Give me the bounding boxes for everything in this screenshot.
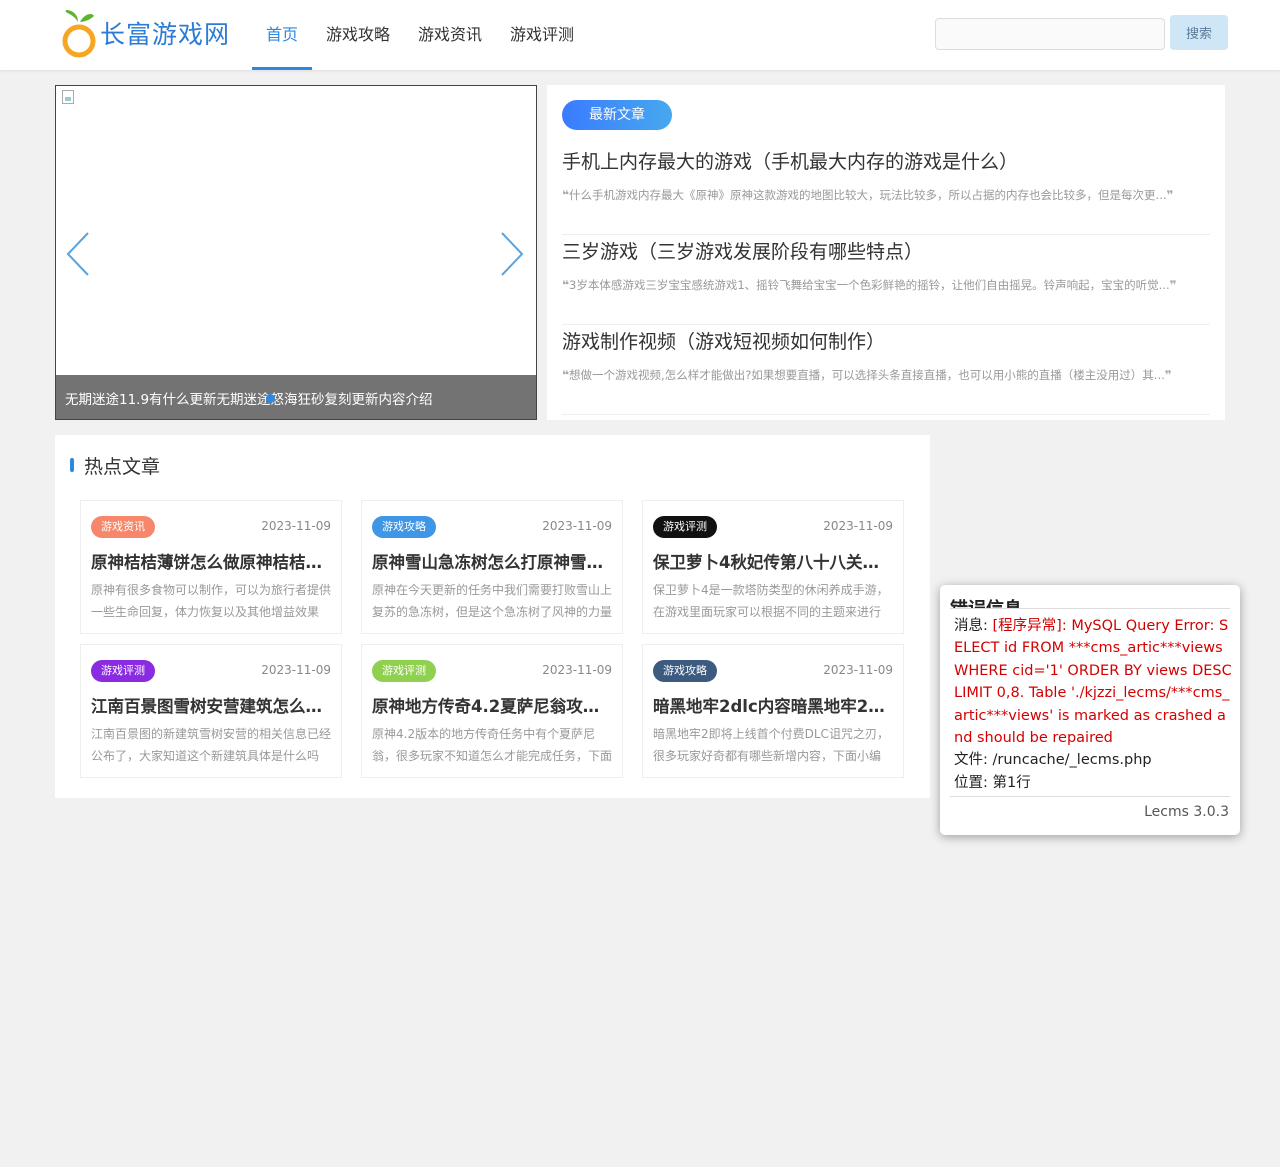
latest-article-title[interactable]: 手机上内存最大的游戏（手机最大内存的游戏是什么） bbox=[562, 147, 1018, 174]
site-logo[interactable]: 长富游戏网 bbox=[60, 6, 230, 60]
error-message-label: 消息: bbox=[954, 618, 988, 634]
article-summary: 江南百景图的新建筑雪树安营的相关信息已经公布了，大家知道这个新建筑具体是什么吗 bbox=[91, 727, 332, 763]
latest-articles-panel: 最新文章 手机上内存最大的游戏（手机最大内存的游戏是什么） ❝什么手机游戏内存最… bbox=[547, 85, 1225, 420]
article-date: 2023-11-09 bbox=[542, 663, 612, 677]
error-message-text: : MySQL Query Error: SELECT id FROM ***c… bbox=[954, 618, 1232, 747]
orange-logo-icon bbox=[62, 10, 96, 58]
error-dialog-body: 消息: [程序异常]: MySQL Query Error: SELECT id… bbox=[954, 615, 1234, 794]
error-position-label: 位置: bbox=[954, 774, 988, 791]
nav-item-news[interactable]: 游戏资讯 bbox=[404, 0, 496, 70]
article-title[interactable]: 保卫萝卜4秋妃传第八十八关满星攻略 bbox=[653, 549, 895, 573]
article-title[interactable]: 江南百景图雪树安营建筑怎么获得 bbox=[91, 693, 333, 717]
article-summary: 原神有很多食物可以制作，可以为旅行者提供一些生命回复，体力恢复以及其他增益效果 bbox=[91, 583, 332, 619]
hot-articles-heading: 热点文章 bbox=[70, 453, 161, 478]
hot-articles-panel: 热点文章 游戏资讯 2023-11-09 原神桔桔薄饼怎么做原神桔桔薄饼食谱获取… bbox=[55, 435, 930, 798]
article-title[interactable]: 原神桔桔薄饼怎么做原神桔桔薄饼食谱获取方法 bbox=[91, 549, 333, 573]
carousel-next-arrow-icon[interactable] bbox=[496, 231, 526, 277]
error-version-label: Lecms 3.0.3 bbox=[1144, 804, 1229, 820]
error-file-value: /runcache/_lecms.php bbox=[992, 752, 1152, 769]
error-message-line: 消息: [程序异常]: MySQL Query Error: SELECT id… bbox=[954, 615, 1234, 749]
latest-article-desc-text: 3岁本体感游戏三岁宝宝感统游戏1、摇铃飞舞给宝宝一个色彩鲜艳的摇铃，让他们自由摇… bbox=[569, 278, 1170, 292]
carousel-caption[interactable]: 无期迷途11.9有什么更新无期迷途怒海狂砂复刻更新内容介绍 bbox=[65, 388, 433, 408]
article-summary: 原神4.2版本的地方传奇任务中有个夏萨尼翁，很多玩家不知道怎么才能完成任务，下面 bbox=[372, 727, 613, 763]
carousel-dots bbox=[266, 394, 275, 403]
category-tag[interactable]: 游戏评测 bbox=[372, 660, 436, 682]
latest-article-desc-text: 什么手机游戏内存最大《原神》原神这款游戏的地图比较大，玩法比较多，所以占据的内存… bbox=[569, 188, 1167, 202]
latest-article-item[interactable]: 游戏制作视频（游戏短视频如何制作） ❝想做一个游戏视频,怎么样才能做出?如果想要… bbox=[562, 325, 1210, 415]
latest-articles-badge: 最新文章 bbox=[562, 100, 672, 130]
carousel-prev-arrow-icon[interactable] bbox=[64, 231, 94, 277]
article-card[interactable]: 游戏评测 2023-11-09 保卫萝卜4秋妃传第八十八关满星攻略 保卫萝卜4是… bbox=[642, 500, 904, 634]
carousel-caption-bar: 无期迷途11.9有什么更新无期迷途怒海狂砂复刻更新内容介绍 bbox=[56, 375, 536, 419]
latest-article-desc: ❝想做一个游戏视频,怎么样才能做出?如果想要直播，可以选择头条直接直播，也可以用… bbox=[562, 367, 1172, 383]
error-position-value: 第1行 bbox=[992, 774, 1031, 791]
latest-article-item[interactable]: 手机上内存最大的游戏（手机最大内存的游戏是什么） ❝什么手机游戏内存最大《原神》… bbox=[562, 145, 1210, 235]
article-summary: 保卫萝卜4是一款塔防类型的休闲养成手游，在游戏里面玩家可以根据不同的主题来进行 bbox=[653, 583, 889, 619]
error-position-line: 位置: 第1行 bbox=[954, 772, 1234, 794]
nav-item-home[interactable]: 首页 bbox=[252, 0, 313, 70]
search-input[interactable] bbox=[935, 18, 1165, 50]
category-tag[interactable]: 游戏资讯 bbox=[91, 516, 155, 538]
article-card[interactable]: 游戏评测 2023-11-09 原神地方传奇4.2夏萨尼翁攻略大全 原神4.2版… bbox=[361, 644, 623, 778]
article-title[interactable]: 暗黑地牢2dlc内容暗黑地牢2dlc新增内容一览 bbox=[653, 693, 895, 717]
article-card[interactable]: 游戏攻略 2023-11-09 原神雪山急冻树怎么打原神雪山急冻树打法攻略 原神… bbox=[361, 500, 623, 634]
carousel-dot[interactable] bbox=[266, 394, 275, 403]
error-file-label: 文件: bbox=[954, 752, 988, 769]
image-carousel: 无期迷途11.9有什么更新无期迷途怒海狂砂复刻更新内容介绍 bbox=[55, 85, 537, 420]
close-quote-icon: ❞ bbox=[1166, 188, 1174, 202]
close-quote-icon: ❞ bbox=[1164, 368, 1172, 382]
article-card[interactable]: 游戏攻略 2023-11-09 暗黑地牢2dlc内容暗黑地牢2dlc新增内容一览… bbox=[642, 644, 904, 778]
article-date: 2023-11-09 bbox=[542, 519, 612, 533]
nav-item-reviews[interactable]: 游戏评测 bbox=[496, 0, 588, 70]
broken-image-icon bbox=[62, 90, 74, 104]
open-quote-icon: ❝ bbox=[562, 368, 570, 382]
error-dialog: 错误信息 消息: [程序异常]: MySQL Query Error: SELE… bbox=[940, 585, 1240, 835]
site-header: 长富游戏网 首页 游戏攻略 游戏资讯 游戏评测 搜索 bbox=[0, 0, 1280, 70]
article-date: 2023-11-09 bbox=[261, 663, 331, 677]
article-date: 2023-11-09 bbox=[823, 663, 893, 677]
article-card[interactable]: 游戏评测 2023-11-09 江南百景图雪树安营建筑怎么获得 江南百景图的新建… bbox=[80, 644, 342, 778]
error-dialog-divider bbox=[950, 796, 1230, 797]
error-file-line: 文件: /runcache/_lecms.php bbox=[954, 749, 1234, 771]
category-tag[interactable]: 游戏攻略 bbox=[372, 516, 436, 538]
close-quote-icon: ❞ bbox=[1169, 278, 1177, 292]
search-button[interactable]: 搜索 bbox=[1170, 15, 1228, 50]
latest-article-desc: ❝什么手机游戏内存最大《原神》原神这款游戏的地图比较大，玩法比较多，所以占据的内… bbox=[562, 187, 1174, 203]
article-card[interactable]: 游戏资讯 2023-11-09 原神桔桔薄饼怎么做原神桔桔薄饼食谱获取方法 原神… bbox=[80, 500, 342, 634]
open-quote-icon: ❝ bbox=[562, 188, 570, 202]
error-message-tag: [程序异常] bbox=[992, 618, 1062, 634]
hot-articles-title: 热点文章 bbox=[84, 455, 161, 478]
category-tag[interactable]: 游戏攻略 bbox=[653, 660, 717, 682]
article-summary: 原神在今天更新的任务中我们需要打败雪山上复苏的急冻树，但是这个急冻树了风神的力量 bbox=[372, 583, 613, 619]
error-dialog-title: 错误信息 bbox=[950, 597, 1230, 608]
latest-article-desc-text: 想做一个游戏视频,怎么样才能做出?如果想要直播，可以选择头条直接直播，也可以用小… bbox=[569, 368, 1165, 382]
open-quote-icon: ❝ bbox=[562, 278, 570, 292]
category-tag[interactable]: 游戏评测 bbox=[653, 516, 717, 538]
site-name: 长富游戏网 bbox=[100, 20, 231, 49]
error-dialog-header: 错误信息 bbox=[950, 593, 1230, 609]
latest-article-title[interactable]: 三岁游戏（三岁游戏发展阶段有哪些特点） bbox=[562, 237, 923, 264]
article-date: 2023-11-09 bbox=[823, 519, 893, 533]
category-tag[interactable]: 游戏评测 bbox=[91, 660, 155, 682]
heading-accent-bar bbox=[70, 458, 74, 472]
latest-article-title[interactable]: 游戏制作视频（游戏短视频如何制作） bbox=[562, 327, 885, 354]
latest-article-desc: ❝3岁本体感游戏三岁宝宝感统游戏1、摇铃飞舞给宝宝一个色彩鲜艳的摇铃，让他们自由… bbox=[562, 277, 1177, 293]
article-summary: 暗黑地牢2即将上线首个付费DLC诅咒之刃，很多玩家好奇都有哪些新增内容，下面小编 bbox=[653, 727, 889, 763]
latest-article-item[interactable]: 三岁游戏（三岁游戏发展阶段有哪些特点） ❝3岁本体感游戏三岁宝宝感统游戏1、摇铃… bbox=[562, 235, 1210, 325]
nav-item-guides[interactable]: 游戏攻略 bbox=[312, 0, 404, 70]
article-title[interactable]: 原神雪山急冻树怎么打原神雪山急冻树打法攻略 bbox=[372, 549, 614, 573]
article-title[interactable]: 原神地方传奇4.2夏萨尼翁攻略大全 bbox=[372, 693, 614, 717]
main-nav: 首页 游戏攻略 游戏资讯 游戏评测 bbox=[252, 0, 588, 70]
article-date: 2023-11-09 bbox=[261, 519, 331, 533]
